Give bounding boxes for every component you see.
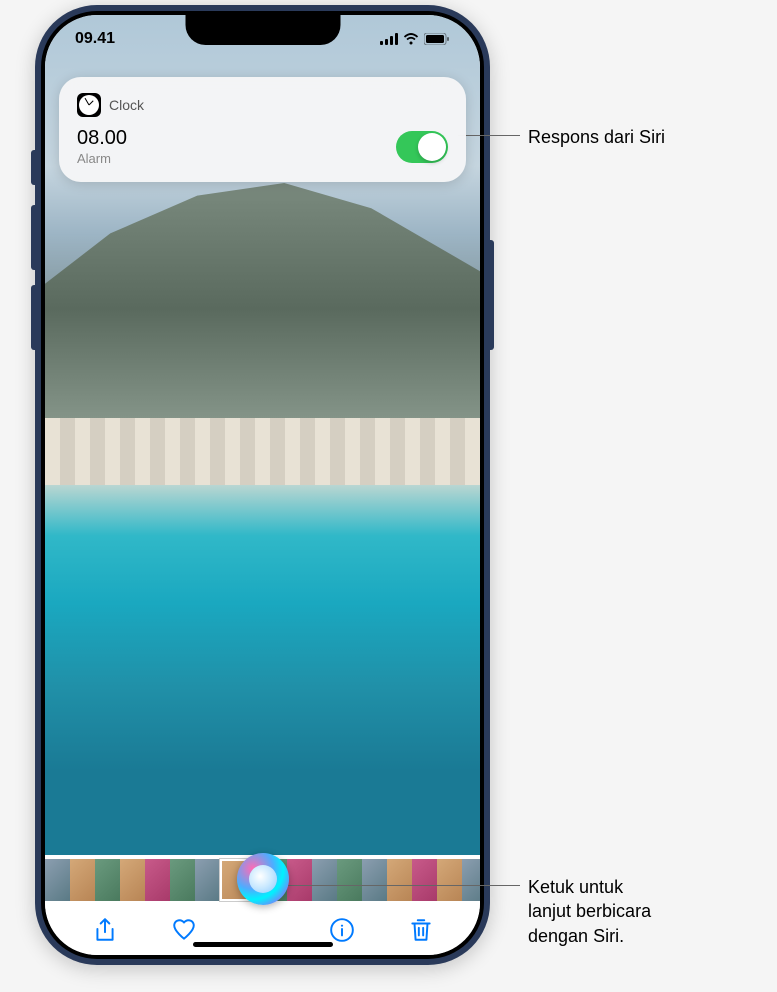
- trash-icon[interactable]: [408, 917, 434, 943]
- siri-response-card[interactable]: Clock 08.00 Alarm: [59, 77, 466, 182]
- thumbnail[interactable]: [95, 859, 120, 901]
- siri-app-name: Clock: [109, 97, 144, 113]
- volume-down-button[interactable]: [31, 285, 35, 350]
- siri-card-body: 08.00 Alarm: [77, 127, 448, 166]
- alarm-time: 08.00: [77, 127, 127, 150]
- home-indicator[interactable]: [193, 942, 333, 947]
- thumbnail[interactable]: [337, 859, 362, 901]
- status-icons: [380, 33, 450, 45]
- callout-siri-response: Respons dari Siri: [528, 125, 665, 149]
- alarm-toggle[interactable]: [396, 131, 448, 163]
- siri-card-header: Clock: [77, 93, 448, 117]
- info-icon[interactable]: [329, 917, 355, 943]
- heart-icon[interactable]: [171, 917, 197, 943]
- thumbnail[interactable]: [145, 859, 170, 901]
- thumbnail[interactable]: [412, 859, 437, 901]
- share-icon[interactable]: [92, 917, 118, 943]
- notch: [185, 15, 340, 45]
- status-time: 09.41: [75, 30, 115, 48]
- callout-line: [280, 885, 520, 886]
- battery-icon: [424, 33, 450, 45]
- thumbnail[interactable]: [437, 859, 462, 901]
- thumbnail[interactable]: [362, 859, 387, 901]
- thumbnail[interactable]: [312, 859, 337, 901]
- toggle-knob: [418, 133, 446, 161]
- signal-icon: [380, 33, 398, 45]
- thumbnail[interactable]: [287, 859, 312, 901]
- photo-buildings: [45, 418, 480, 485]
- siri-orb[interactable]: [237, 853, 289, 905]
- thumbnail[interactable]: [120, 859, 145, 901]
- phone-inner: 09.41: [41, 11, 484, 959]
- mute-switch[interactable]: [31, 150, 35, 185]
- thumbnail[interactable]: [170, 859, 195, 901]
- power-button[interactable]: [490, 240, 494, 350]
- clock-app-icon: [77, 93, 101, 117]
- thumbnail[interactable]: [70, 859, 95, 901]
- thumbnail[interactable]: [45, 859, 70, 901]
- phone-frame: 09.41: [35, 5, 490, 965]
- thumbnail[interactable]: [462, 859, 480, 901]
- callout-siri-tap: Ketuk untuk lanjut berbicara dengan Siri…: [528, 875, 651, 948]
- thumbnail[interactable]: [195, 859, 220, 901]
- bottom-toolbar: [45, 905, 480, 955]
- volume-up-button[interactable]: [31, 205, 35, 270]
- callout-line: [458, 135, 520, 136]
- wifi-icon: [403, 33, 419, 45]
- screen: 09.41: [45, 15, 480, 955]
- photo-mountain: [45, 183, 480, 435]
- siri-card-text: 08.00 Alarm: [77, 127, 127, 166]
- thumbnail[interactable]: [387, 859, 412, 901]
- alarm-label: Alarm: [77, 151, 127, 166]
